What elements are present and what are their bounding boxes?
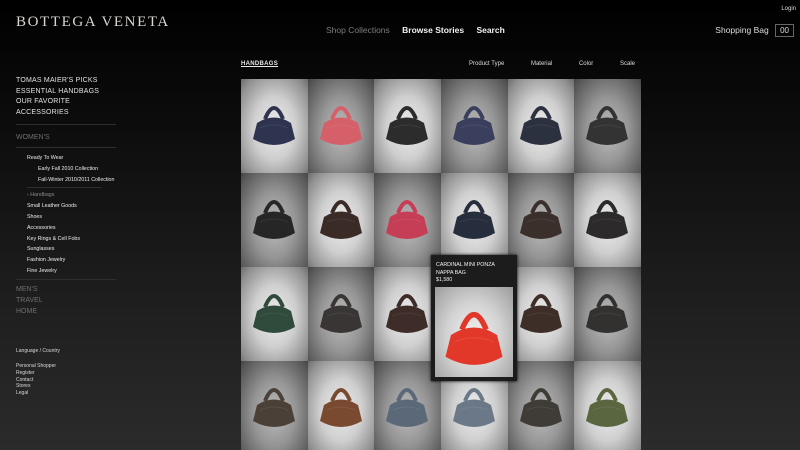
footer-link-register[interactable]: Register bbox=[16, 370, 56, 377]
sidebar-item-favorite-accessories[interactable]: OUR FAVORITE ACCESSORIES bbox=[16, 97, 116, 118]
handbag-image bbox=[317, 283, 365, 344]
sidebar-item-essential-handbags[interactable]: ESSENTIAL HANDBAGS bbox=[16, 87, 116, 98]
product-tile[interactable] bbox=[574, 361, 641, 450]
sidebar-item-fall-winter-2010[interactable]: Fall-Winter 2010/2011 Collection bbox=[38, 175, 116, 186]
product-tile[interactable] bbox=[507, 361, 575, 450]
sidebar-item-home[interactable]: HOME bbox=[16, 306, 116, 317]
product-tile[interactable] bbox=[307, 361, 375, 450]
product-tile[interactable] bbox=[441, 173, 508, 267]
filter-product-type[interactable]: Product Type bbox=[469, 61, 504, 67]
handbag-image bbox=[450, 95, 498, 156]
sidebar-item-sunglasses[interactable]: Sunglasses bbox=[27, 244, 116, 255]
handbag-image bbox=[583, 283, 631, 344]
handbag-image bbox=[517, 95, 565, 156]
sidebar-item-key-rings[interactable]: Key Rings & Cell Fobs bbox=[27, 234, 116, 245]
bag-count-badge: 00 bbox=[775, 24, 794, 37]
product-tile[interactable] bbox=[374, 173, 441, 267]
filter-color[interactable]: Color bbox=[579, 61, 593, 67]
sidebar-item-tomas-maiers-picks[interactable]: TOMAS MAIER'S PICKS bbox=[16, 76, 116, 87]
login-link[interactable]: Login bbox=[781, 6, 796, 12]
product-tile[interactable] bbox=[241, 267, 308, 361]
sidebar: TOMAS MAIER'S PICKS ESSENTIAL HANDBAGS O… bbox=[16, 76, 116, 317]
handbag-image bbox=[517, 377, 565, 438]
brand-logo[interactable]: BOTTEGA VENETA bbox=[16, 14, 170, 31]
handbag-image bbox=[250, 377, 298, 438]
sidebar-item-ready-to-wear[interactable]: Ready To Wear bbox=[27, 153, 116, 164]
handbag-image bbox=[250, 283, 298, 344]
divider bbox=[16, 278, 116, 280]
sidebar-item-fashion-jewelry[interactable]: Fashion Jewelry bbox=[27, 255, 116, 266]
handbag-image bbox=[383, 377, 431, 438]
product-tile[interactable] bbox=[574, 173, 641, 267]
footer-links: Personal Shopper Register Contact Stores… bbox=[16, 363, 56, 397]
product-tile[interactable] bbox=[507, 267, 575, 361]
top-navigation: Shop Collections Browse Stories Search bbox=[326, 25, 515, 35]
handbag-image bbox=[317, 189, 365, 250]
divider bbox=[16, 147, 116, 148]
handbag-image bbox=[583, 377, 631, 438]
sidebar-item-shoes[interactable]: Shoes bbox=[27, 212, 116, 223]
handbag-image bbox=[383, 189, 431, 250]
product-tile[interactable] bbox=[307, 79, 375, 173]
product-tile[interactable] bbox=[574, 79, 641, 173]
product-tile[interactable] bbox=[374, 79, 441, 173]
handbag-image bbox=[383, 283, 431, 344]
product-hover-card[interactable]: CARDINAL MINI PONZA NAPPA BAG $1,580 bbox=[431, 255, 517, 381]
filter-scale[interactable]: Scale bbox=[620, 61, 635, 67]
language-country-link[interactable]: Language / Country bbox=[16, 348, 60, 354]
nav-browse-stories[interactable]: Browse Stories bbox=[402, 25, 464, 35]
product-image[interactable] bbox=[435, 287, 513, 377]
product-tile[interactable] bbox=[307, 173, 375, 267]
product-tile[interactable] bbox=[307, 267, 375, 361]
handbag-image bbox=[317, 95, 365, 156]
product-tile[interactable] bbox=[574, 267, 641, 361]
sidebar-item-accessories[interactable]: Accessories bbox=[27, 223, 116, 234]
handbag-image bbox=[450, 189, 498, 250]
shopping-bag-label: Shopping Bag bbox=[715, 25, 769, 35]
handbag-image bbox=[250, 189, 298, 250]
footer-link-stores[interactable]: Stores bbox=[16, 383, 56, 390]
product-tile[interactable] bbox=[507, 173, 575, 267]
womens-submenu: Ready To Wear Early Fall 2010 Collection… bbox=[27, 153, 116, 185]
sidebar-item-travel[interactable]: TRAVEL bbox=[16, 295, 116, 306]
handbag-image bbox=[317, 377, 365, 438]
product-name-line2: NAPPA BAG bbox=[436, 269, 466, 276]
product-tile[interactable] bbox=[241, 361, 308, 450]
product-name: CARDINAL MINI PONZA NAPPA BAG bbox=[436, 262, 495, 277]
handbag-image bbox=[383, 95, 431, 156]
sidebar-item-early-fall-2010[interactable]: Early Fall 2010 Collection bbox=[38, 164, 116, 175]
handbag-image bbox=[517, 283, 565, 344]
product-tile[interactable] bbox=[241, 173, 308, 267]
sidebar-item-fine-jewelry[interactable]: Fine Jewelry bbox=[27, 266, 116, 277]
handbag-image bbox=[583, 95, 631, 156]
divider bbox=[27, 187, 102, 189]
sidebar-item-handbags[interactable]: › Handbags bbox=[27, 190, 116, 201]
product-name-line1: CARDINAL MINI PONZA bbox=[436, 262, 495, 268]
filter-bar: Product Type Material Color Scale bbox=[444, 61, 635, 67]
footer-link-legal[interactable]: Legal bbox=[16, 390, 56, 397]
sidebar-item-small-leather-goods[interactable]: Small Leather Goods bbox=[27, 201, 116, 212]
product-price: $1,580 bbox=[436, 277, 453, 283]
footer-link-personal-shopper[interactable]: Personal Shopper bbox=[16, 363, 56, 370]
nav-shop-collections[interactable]: Shop Collections bbox=[326, 25, 390, 35]
handbag-image bbox=[250, 95, 298, 156]
category-list: › Handbags Small Leather Goods Shoes Acc… bbox=[27, 190, 116, 276]
product-tile[interactable] bbox=[507, 79, 575, 173]
handbag-image bbox=[583, 189, 631, 250]
product-tile[interactable] bbox=[241, 79, 308, 173]
divider bbox=[16, 124, 116, 125]
nav-search[interactable]: Search bbox=[476, 25, 504, 35]
handbag-image bbox=[517, 189, 565, 250]
filter-material[interactable]: Material bbox=[531, 61, 552, 67]
sidebar-item-womens[interactable]: WOMEN'S bbox=[16, 132, 116, 143]
breadcrumb-handbags[interactable]: HANDBAGS bbox=[241, 61, 278, 67]
handbag-image bbox=[450, 377, 498, 438]
product-tile[interactable] bbox=[441, 79, 508, 173]
handbag-image bbox=[441, 297, 507, 378]
shopping-bag[interactable]: Shopping Bag 00 bbox=[715, 24, 794, 37]
editor-picks: TOMAS MAIER'S PICKS ESSENTIAL HANDBAGS O… bbox=[16, 76, 116, 118]
sidebar-item-mens[interactable]: MEN'S bbox=[16, 284, 116, 295]
footer-link-contact[interactable]: Contact bbox=[16, 377, 56, 384]
